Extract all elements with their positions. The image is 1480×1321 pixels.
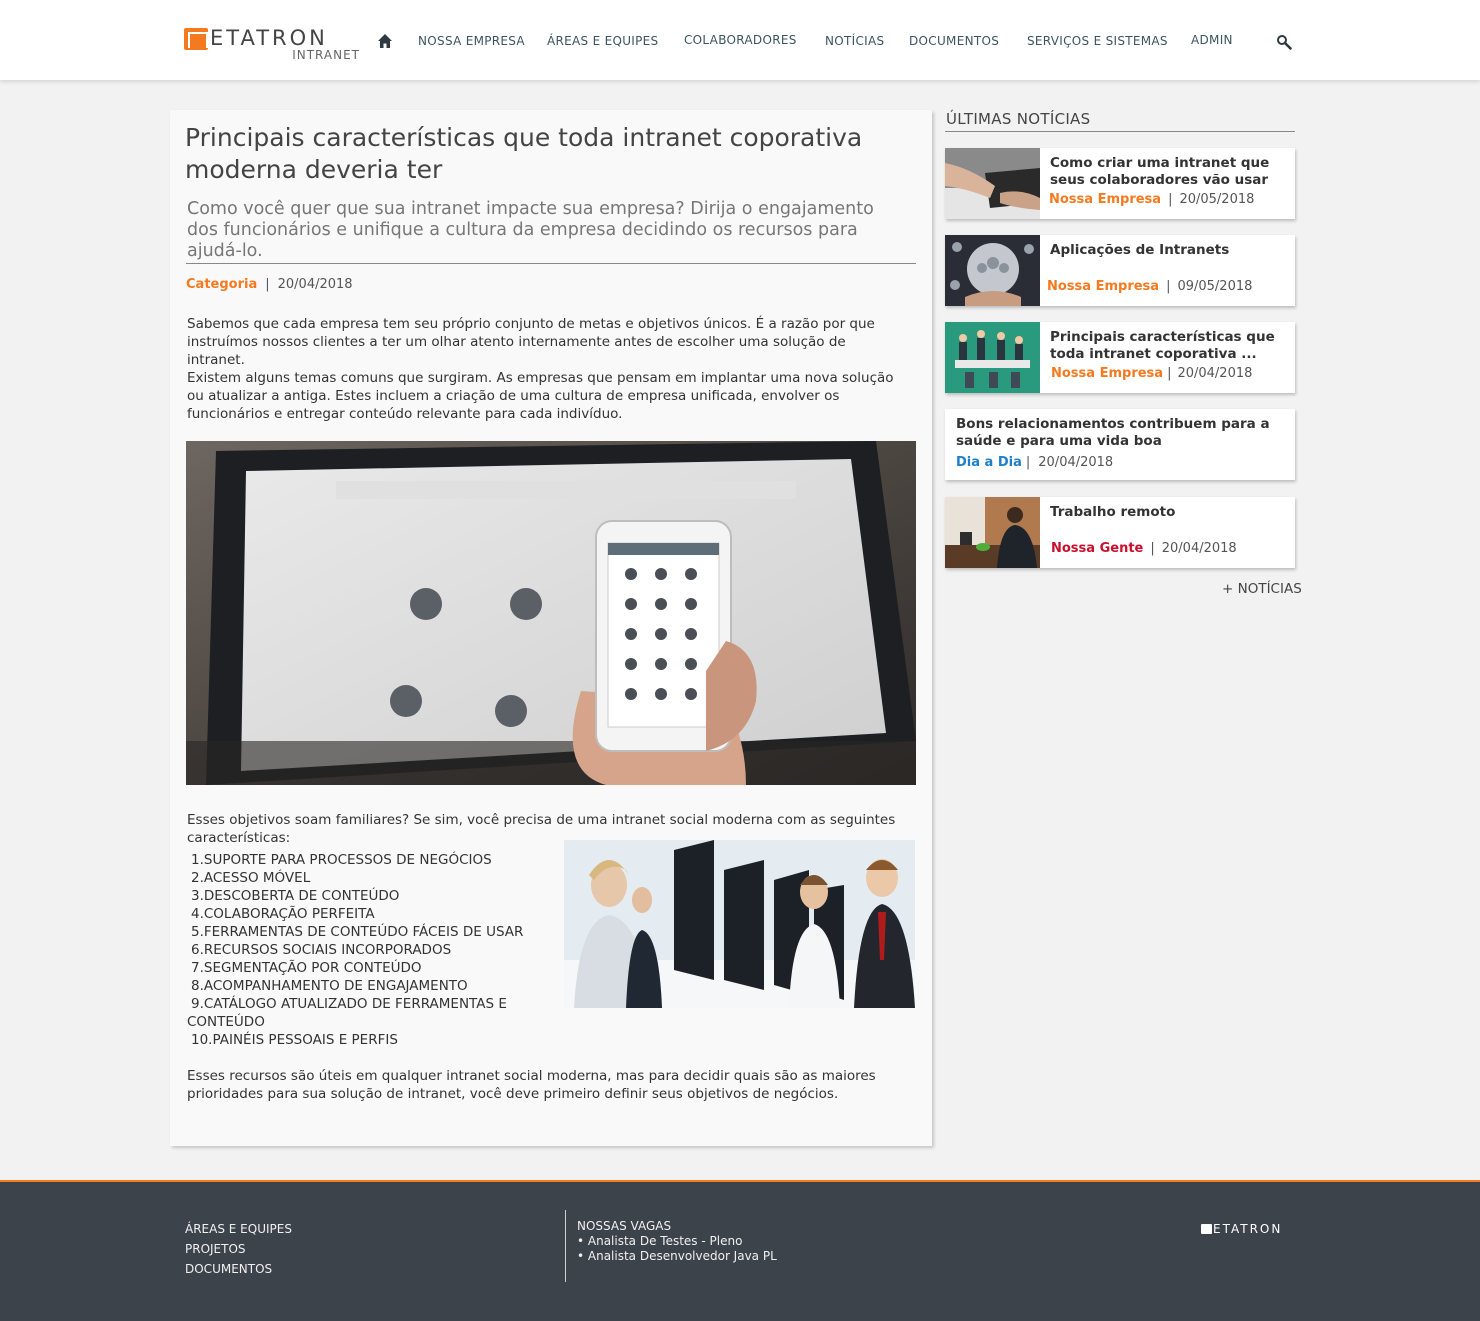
news-meta: Dia a Dia | 20/04/2018	[956, 455, 1113, 470]
feature-list: 1.SUPORTE PARA PROCESSOS DE NEGÓCIOS 2.A…	[187, 851, 527, 1049]
list-item: 3.DESCOBERTA DE CONTEÚDO	[191, 888, 400, 904]
nav-noticias[interactable]: NOTÍCIAS	[825, 34, 884, 48]
news-date: 20/04/2018	[1177, 366, 1253, 381]
list-item: 8.ACOMPANHAMENTO DE ENGAJAMENTO	[191, 978, 468, 994]
news-meta: Nossa Empresa | 20/04/2018	[1051, 366, 1252, 381]
logo-subtitle: INTRANET	[292, 48, 360, 62]
job-link[interactable]: • Analista Desenvolvedor Java PL	[577, 1249, 777, 1263]
news-thumbnail	[945, 322, 1040, 393]
news-date: 20/05/2018	[1179, 192, 1255, 207]
list-item: 10.PAINÉIS PESSOAIS E PERFIS	[191, 1032, 398, 1048]
footer-logo[interactable]: ETATRON	[1201, 1222, 1282, 1236]
article-paragraph: Esses recursos são úteis em qualquer int…	[187, 1068, 876, 1102]
news-meta: Nossa Gente | 20/04/2018	[1051, 541, 1237, 556]
article-title: Principais características que toda intr…	[185, 123, 863, 184]
footer-logo-mark-icon	[1201, 1224, 1212, 1234]
article-card: Principais características que toda intr…	[170, 110, 932, 1146]
job-link[interactable]: • Analista De Testes - Pleno	[577, 1234, 742, 1248]
footer-link-projetos[interactable]: PROJETOS	[185, 1242, 246, 1256]
news-card[interactable]: Aplicações de Intranets Nossa Empresa | 09…	[945, 235, 1295, 306]
article-divider	[186, 263, 916, 264]
news-category[interactable]: Nossa Empresa	[1047, 279, 1159, 294]
top-header: ETATRON INTRANET NOSSA EMPRESA ÁREAS E E…	[0, 0, 1480, 80]
nav-areas-e-equipes[interactable]: ÁREAS E EQUIPES	[547, 34, 658, 48]
footer-logo-word: ETATRON	[1213, 1222, 1283, 1236]
news-card[interactable]: Bons relacionamentos contribuem para a s…	[945, 409, 1295, 480]
meta-separator: |	[1168, 192, 1173, 207]
article-date: 20/04/2018	[277, 277, 353, 292]
news-title: Trabalho remoto	[1050, 504, 1176, 520]
article-meta: Categoria | 20/04/2018	[186, 277, 353, 292]
meta-separator: |	[1167, 366, 1172, 381]
footer: ÁREAS E EQUIPES PROJETOS DOCUMENTOS NOSS…	[0, 1180, 1480, 1321]
news-date: 20/04/2018	[1161, 541, 1237, 556]
news-title: Aplicações de Intranets	[1050, 242, 1230, 258]
home-icon[interactable]	[377, 33, 393, 49]
news-meta: Nossa Empresa | 09/05/2018	[1047, 279, 1252, 294]
list-item: 1.SUPORTE PARA PROCESSOS DE NEGÓCIOS	[191, 852, 492, 868]
logo-word: ETATRON	[210, 26, 328, 50]
news-category[interactable]: Dia a Dia	[956, 455, 1022, 470]
list-item: 2.ACESSO MÓVEL	[191, 870, 311, 886]
footer-link-documentos[interactable]: DOCUMENTOS	[185, 1262, 272, 1276]
news-date: 20/04/2018	[1038, 455, 1114, 470]
nav-documentos[interactable]: DOCUMENTOS	[909, 34, 999, 48]
nav-admin[interactable]: ADMIN	[1191, 33, 1233, 47]
news-thumbnail	[945, 148, 1040, 219]
news-category[interactable]: Nossa Empresa	[1049, 192, 1161, 207]
news-title: Como criar uma intranet que seus colabor…	[1050, 155, 1270, 188]
list-item: 9.CATÁLOGO ATUALIZADO DE FERRAMENTAS E C…	[187, 996, 507, 1030]
metatron-logo[interactable]: ETATRON INTRANET	[184, 26, 364, 66]
article-subtitle: Como você quer que sua intranet impacte …	[187, 199, 874, 261]
list-item: 5.FERRAMENTAS DE CONTEÚDO FÁCEIS DE USAR	[191, 924, 524, 940]
meta-separator: |	[1166, 279, 1171, 294]
list-item: 6.RECURSOS SOCIAIS INCORPORADOS	[191, 942, 452, 958]
footer-divider	[565, 1210, 566, 1282]
footer-link-areas[interactable]: ÁREAS E EQUIPES	[185, 1222, 292, 1236]
news-card[interactable]: Como criar uma intranet que seus colabor…	[945, 148, 1295, 219]
more-news-link[interactable]: + NOTÍCIAS	[1222, 581, 1302, 597]
search-icon[interactable]	[1276, 34, 1292, 50]
news-thumbnail	[945, 235, 1040, 306]
logo-mark-icon	[184, 28, 208, 50]
article-paragraph: Existem alguns temas comuns que surgiram…	[187, 370, 894, 422]
meta-separator: |	[265, 277, 270, 292]
nav-colaboradores[interactable]: COLABORADORES	[684, 33, 797, 47]
news-category[interactable]: Nossa Empresa	[1051, 366, 1163, 381]
article-category-link[interactable]: Categoria	[186, 277, 257, 292]
sidebar-title: ÚLTIMAS NOTÍCIAS	[946, 110, 1091, 128]
news-thumbnail	[945, 497, 1040, 568]
article-hero-image	[186, 441, 916, 785]
news-card[interactable]: Trabalho remoto Nossa Gente | 20/04/2018	[945, 497, 1295, 568]
news-title: Bons relacionamentos contribuem para a s…	[956, 416, 1270, 449]
news-category[interactable]: Nossa Gente	[1051, 541, 1143, 556]
article-office-image	[564, 840, 915, 1008]
news-card[interactable]: Principais características que toda intr…	[945, 322, 1295, 393]
meta-separator: |	[1150, 541, 1155, 556]
jobs-title: NOSSAS VAGAS	[577, 1219, 672, 1233]
nav-servicos-e-sistemas[interactable]: SERVIÇOS E SISTEMAS	[1027, 34, 1168, 48]
nav-nossa-empresa[interactable]: NOSSA EMPRESA	[418, 34, 525, 48]
article-paragraph: Sabemos que cada empresa tem seu próprio…	[187, 316, 875, 368]
news-date: 09/05/2018	[1177, 279, 1253, 294]
news-meta: Nossa Empresa | 20/05/2018	[1049, 192, 1254, 207]
sidebar-divider	[945, 131, 1295, 132]
news-title: Principais características que toda intr…	[1050, 329, 1275, 362]
list-item: 7.SEGMENTAÇÃO POR CONTEÚDO	[191, 960, 422, 976]
list-item: 4.COLABORAÇÃO PERFEITA	[191, 906, 375, 922]
meta-separator: |	[1025, 455, 1031, 470]
